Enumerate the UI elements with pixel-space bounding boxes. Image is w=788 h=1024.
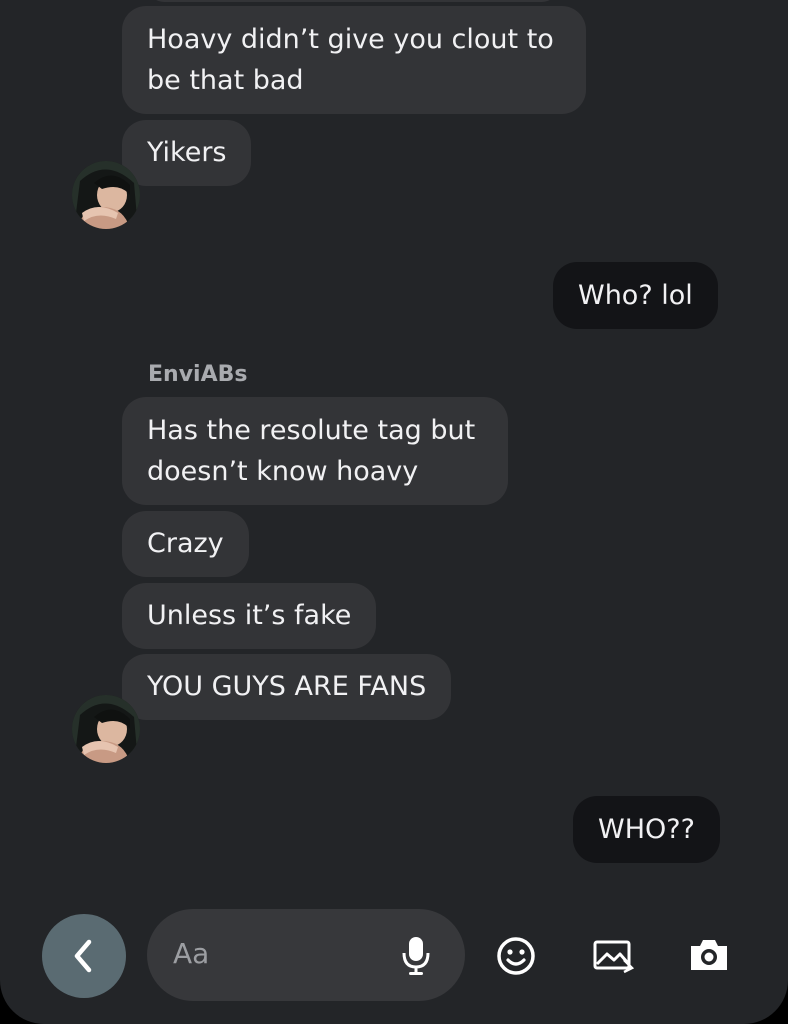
message-input[interactable] <box>173 934 393 974</box>
message-bubble[interactable]: Hoavy didn’t give you clout to be that b… <box>122 6 586 114</box>
microphone-icon[interactable] <box>401 935 431 981</box>
chat-screen: Hoavy didn’t give you clout to be that b… <box>0 0 788 1024</box>
chevron-left-icon <box>74 939 92 973</box>
sender-name: EnviABs <box>148 362 248 387</box>
message-text: YOU GUYS ARE FANS <box>147 671 427 702</box>
avatar-image <box>72 161 140 229</box>
avatar[interactable] <box>72 161 140 229</box>
emoji-icon[interactable] <box>496 936 536 980</box>
message-bubble[interactable]: YOU GUYS ARE FANS <box>122 654 452 720</box>
message-bubble-outgoing[interactable]: Who? lol <box>553 262 718 329</box>
message-bubble[interactable]: Unless it’s fake <box>122 583 377 649</box>
message-bubble-outgoing[interactable]: WHO?? <box>573 796 720 863</box>
camera-icon[interactable] <box>688 936 730 978</box>
message-text: Crazy <box>147 528 224 559</box>
image-icon[interactable] <box>592 936 635 980</box>
message-text-line: Hoavy didn’t give you clout to <box>147 24 554 55</box>
message-text: WHO?? <box>598 814 695 845</box>
message-bubble[interactable]: Has the resolute tag but doesn’t know ho… <box>122 397 508 505</box>
message-text-line: doesn’t know hoavy <box>147 456 419 487</box>
message-text-line: be that bad <box>147 65 304 96</box>
message-text: Yikers <box>147 137 227 168</box>
avatar[interactable] <box>72 695 140 763</box>
message-composer <box>0 900 788 1024</box>
back-button[interactable] <box>42 914 126 998</box>
message-text-line: Has the resolute tag but <box>147 415 476 446</box>
avatar-image <box>72 695 140 763</box>
message-bubble[interactable]: Yikers <box>122 120 252 186</box>
message-text: Who? lol <box>578 280 693 311</box>
message-bubble[interactable]: Crazy <box>122 511 249 577</box>
message-text: Unless it’s fake <box>147 600 352 631</box>
message-input-container[interactable] <box>147 909 465 1001</box>
message-bubble-clipped <box>148 0 558 2</box>
